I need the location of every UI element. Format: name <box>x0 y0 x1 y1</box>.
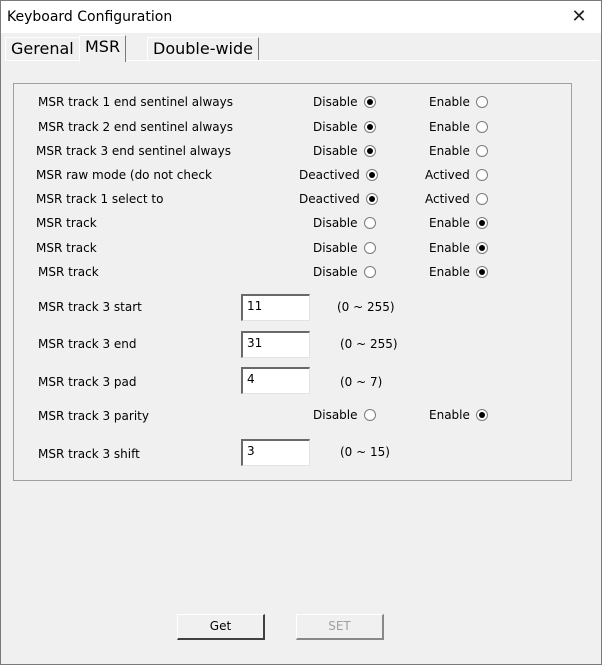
track3-shift-label: MSR track 3 shift <box>38 447 140 461</box>
track3-end-label: MSR track 3 end <box>38 337 137 351</box>
track3-end-range: (0 ~ 255) <box>340 337 398 351</box>
option-2-radio[interactable]: Enable <box>429 240 488 256</box>
radio-label: Disable <box>313 216 358 230</box>
track3-start-range: (0 ~ 255) <box>337 300 395 314</box>
radio-button[interactable] <box>363 121 376 133</box>
track3-parity-disable[interactable]: Disable <box>313 407 376 423</box>
track3-pad-label: MSR track 3 pad <box>38 375 137 389</box>
row-label: MSR raw mode (do not check <box>36 168 212 182</box>
radio-button[interactable] <box>363 96 376 108</box>
track3-start-input[interactable]: 11 <box>241 294 310 321</box>
radio-label: Actived <box>425 168 470 182</box>
option-2-radio[interactable]: Enable <box>429 264 488 280</box>
radio-button[interactable] <box>475 121 488 133</box>
radio-button[interactable] <box>475 242 488 254</box>
option-1-radio[interactable]: Deactived <box>299 191 378 207</box>
radio-button[interactable] <box>363 217 376 229</box>
option-2-radio[interactable]: Enable <box>429 119 488 135</box>
row-label: MSR track <box>36 216 97 230</box>
close-icon[interactable]: ✕ <box>557 1 601 33</box>
get-button[interactable]: Get <box>177 614 265 640</box>
tab-double-wide[interactable]: Double-wide <box>147 37 259 61</box>
radio-button[interactable] <box>475 217 488 229</box>
radio-button[interactable] <box>365 193 378 205</box>
radio-button[interactable] <box>363 145 376 157</box>
radio-label: Enable <box>429 241 470 255</box>
radio-button[interactable] <box>475 193 488 205</box>
radio-button[interactable] <box>365 169 378 181</box>
tab-msr[interactable]: MSR <box>79 35 127 62</box>
title-bar: Keyboard Configuration ✕ <box>1 1 601 33</box>
radio-button[interactable] <box>475 145 488 157</box>
track3-parity-enable[interactable]: Enable <box>429 407 488 423</box>
radio-label: Enable <box>429 144 470 158</box>
radio-label: Enable <box>429 120 470 134</box>
row-label: MSR track 1 end sentinel always <box>38 95 233 109</box>
radio-label: Enable <box>429 216 470 230</box>
option-1-radio[interactable]: Disable <box>313 143 376 159</box>
track3-end-input[interactable]: 31 <box>241 331 310 358</box>
track3-shift-input[interactable]: 3 <box>241 439 310 466</box>
radio-label: Actived <box>425 192 470 206</box>
row-label: MSR track <box>36 241 97 255</box>
track3-pad-input[interactable]: 4 <box>241 367 310 394</box>
radio-label: Disable <box>313 265 358 279</box>
row-label: MSR track 3 end sentinel always <box>36 144 231 158</box>
window-title: Keyboard Configuration <box>7 9 173 25</box>
option-1-radio[interactable]: Disable <box>313 119 376 135</box>
option-2-radio[interactable]: Actived <box>425 167 488 183</box>
option-1-radio[interactable]: Deactived <box>299 167 378 183</box>
radio-label: Enable <box>429 95 470 109</box>
track3-parity-label: MSR track 3 parity <box>38 409 149 423</box>
radio-label: Deactived <box>299 168 360 182</box>
track3-start-label: MSR track 3 start <box>38 300 142 314</box>
keyboard-configuration-window: Keyboard Configuration ✕ Gerenal MSR Dou… <box>0 0 602 665</box>
option-1-radio[interactable]: Disable <box>313 264 376 280</box>
radio-button[interactable] <box>475 169 488 181</box>
radio-label: Disable <box>313 120 358 134</box>
radio-button[interactable] <box>363 242 376 254</box>
option-1-radio[interactable]: Disable <box>313 240 376 256</box>
radio-label: Disable <box>313 95 358 109</box>
radio-label: Disable <box>313 241 358 255</box>
track3-pad-range: (0 ~ 7) <box>340 375 383 389</box>
track3-shift-range: (0 ~ 15) <box>340 445 390 459</box>
option-2-radio[interactable]: Enable <box>429 143 488 159</box>
option-2-radio[interactable]: Enable <box>429 94 488 110</box>
radio-label: Deactived <box>299 192 360 206</box>
row-label: MSR track <box>38 265 99 279</box>
row-label: MSR track 2 end sentinel always <box>38 120 233 134</box>
tab-general[interactable]: Gerenal <box>5 37 80 61</box>
radio-button[interactable] <box>363 266 376 278</box>
radio-label: Enable <box>429 265 470 279</box>
radio-button[interactable] <box>475 266 488 278</box>
radio-label: Disable <box>313 144 358 158</box>
radio-button[interactable] <box>475 409 488 421</box>
radio-button[interactable] <box>363 409 376 421</box>
set-button[interactable]: SET <box>296 614 384 640</box>
tab-strip: Gerenal MSR Double-wide <box>5 35 601 62</box>
radio-label: Disable <box>313 408 358 422</box>
row-label: MSR track 1 select to <box>36 192 164 206</box>
radio-label: Enable <box>429 408 470 422</box>
option-1-radio[interactable]: Disable <box>313 94 376 110</box>
option-1-radio[interactable]: Disable <box>313 215 376 231</box>
option-2-radio[interactable]: Actived <box>425 191 488 207</box>
radio-button[interactable] <box>475 96 488 108</box>
option-2-radio[interactable]: Enable <box>429 215 488 231</box>
